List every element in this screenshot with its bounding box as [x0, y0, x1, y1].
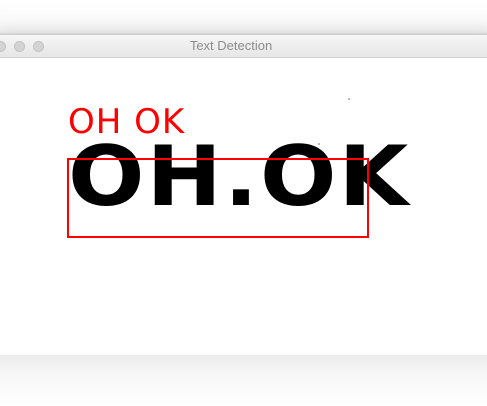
image-canvas: OH OK OH.OK — [0, 58, 487, 355]
image-speck — [318, 143, 320, 145]
image-speck — [348, 98, 350, 100]
window-title: Text Detection — [189, 38, 273, 53]
desktop-background — [0, 0, 487, 35]
window-shadow — [0, 355, 487, 406]
detection-bounding-box — [67, 158, 369, 238]
title-bar[interactable]: Text Detection — [0, 35, 487, 58]
text-detection-window: Text Detection OH OK OH.OK — [0, 34, 487, 356]
